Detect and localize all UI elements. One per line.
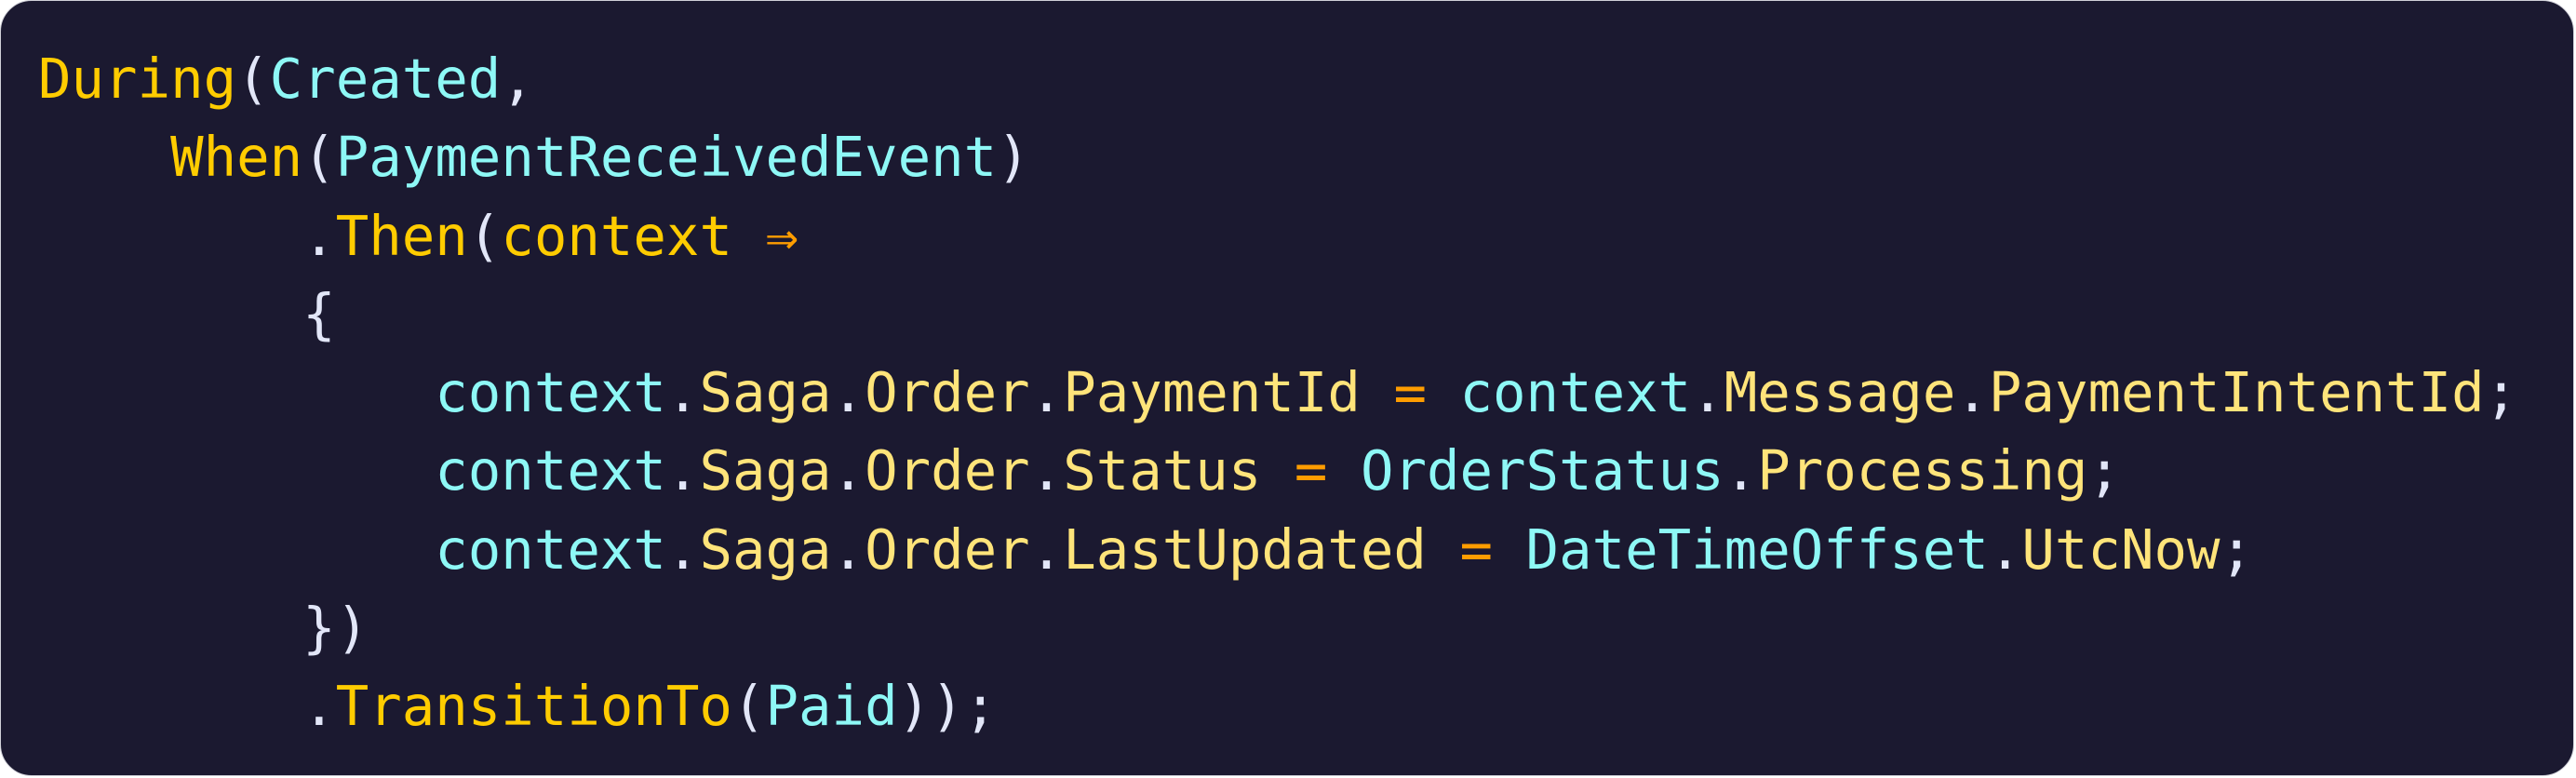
keyword-token: Then <box>335 203 468 268</box>
code-line: }) <box>38 589 2517 667</box>
punctuation-token: ; <box>2087 438 2121 503</box>
member-token: Processing <box>1757 438 2088 503</box>
member-token: Saga <box>699 438 832 503</box>
punctuation-token: . <box>831 438 865 503</box>
punctuation-token: . <box>1691 360 1724 425</box>
operator-token: ⇒ <box>765 203 799 268</box>
punctuation-token: . <box>1988 516 2022 582</box>
punctuation-token: }) <box>302 596 369 661</box>
member-token: Order <box>865 360 1030 425</box>
punctuation-token: ( <box>731 674 766 739</box>
code-line: context.Saga.Order.Status = OrderStatus.… <box>38 432 2517 510</box>
punctuation-token: . <box>1955 360 1989 425</box>
punctuation-token: ( <box>302 125 336 190</box>
punctuation-token: , <box>501 47 534 111</box>
punctuation-token: . <box>1724 438 1758 503</box>
keyword-token: When <box>170 125 303 190</box>
code-line: { <box>38 275 2517 354</box>
code-line: .TransitionTo(Paid)); <box>38 667 2517 745</box>
punctuation-token: { <box>302 281 336 346</box>
punctuation-token: . <box>302 674 336 739</box>
punctuation-token: . <box>665 360 700 425</box>
identifier-token: context <box>435 360 666 425</box>
punctuation-token: )); <box>897 674 998 739</box>
member-token: Order <box>865 516 1030 582</box>
operator-token: = <box>1393 360 1427 425</box>
member-token: UtcNow <box>2021 516 2220 582</box>
member-token: PaymentIntentId <box>1988 360 2485 425</box>
punctuation-token: ; <box>2220 516 2254 582</box>
punctuation-token: ( <box>236 47 270 111</box>
keyword-token: TransitionTo <box>335 674 732 739</box>
code-block: During(Created, When(PaymentReceivedEven… <box>38 40 2517 746</box>
code-line: context.Saga.Order.LastUpdated = DateTim… <box>38 511 2517 589</box>
punctuation-token: ( <box>467 203 502 268</box>
identifier-token: Paid <box>765 674 898 739</box>
member-token: PaymentId <box>1063 360 1361 425</box>
punctuation-token: ) <box>997 125 1030 190</box>
code-line: .Then(context ⇒ <box>38 197 2517 275</box>
code-line: During(Created, <box>38 40 2517 118</box>
code-line: When(PaymentReceivedEvent) <box>38 118 2517 196</box>
member-token: Status <box>1063 438 1262 503</box>
member-token: Saga <box>699 516 832 582</box>
code-line: context.Saga.Order.PaymentId = context.M… <box>38 354 2517 432</box>
identifier-token: context <box>435 516 666 582</box>
identifier-token: PaymentReceivedEvent <box>335 125 998 190</box>
identifier-token: OrderStatus <box>1360 438 1724 503</box>
identifier-token: context <box>435 438 666 503</box>
keyword-token: During <box>38 47 237 111</box>
punctuation-token: . <box>665 516 700 582</box>
punctuation-token: . <box>1029 360 1064 425</box>
code-snippet-card: During(Created, When(PaymentReceivedEven… <box>0 0 2574 776</box>
keyword-token: context <box>501 203 732 268</box>
operator-token: = <box>1294 438 1328 503</box>
member-token: Message <box>1724 360 1956 425</box>
identifier-token: context <box>1459 360 1692 425</box>
punctuation-token: . <box>1029 438 1064 503</box>
punctuation-token: . <box>302 203 336 268</box>
punctuation-token: . <box>831 360 865 425</box>
identifier-token: DateTimeOffset <box>1525 516 1989 582</box>
punctuation-token: . <box>831 516 865 582</box>
identifier-token: Created <box>269 47 502 111</box>
punctuation-token: ; <box>2484 360 2518 425</box>
member-token: Saga <box>699 360 832 425</box>
member-token: LastUpdated <box>1063 516 1427 582</box>
operator-token: = <box>1459 516 1494 582</box>
punctuation-token: . <box>665 438 700 503</box>
punctuation-token: . <box>1029 516 1064 582</box>
member-token: Order <box>865 438 1030 503</box>
